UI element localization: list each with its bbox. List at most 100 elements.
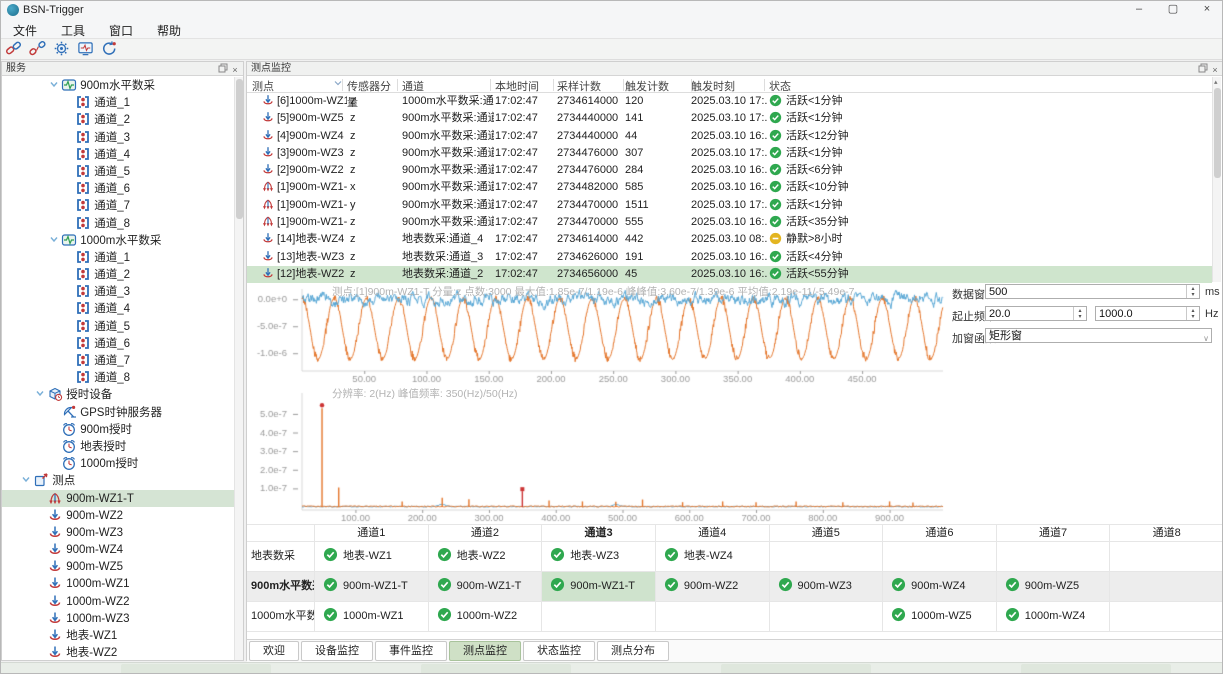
expander-icon[interactable] bbox=[47, 78, 61, 95]
sidebar-item-通道_6[interactable]: 通道_6 bbox=[2, 180, 234, 197]
channel-cell[interactable] bbox=[1110, 602, 1223, 632]
sidebar-item-通道_7[interactable]: 通道_7 bbox=[2, 352, 234, 369]
channel-cell[interactable] bbox=[542, 602, 656, 632]
table-row[interactable]: [1]900m-WZ1-Ty900m水平数采:通道_217:02:4727344… bbox=[247, 197, 1212, 214]
channel-cell[interactable]: 1000m-WZ2 bbox=[429, 602, 543, 632]
maximize-button[interactable]: ▢ bbox=[1156, 1, 1190, 19]
table-row[interactable]: [2]900m-WZ2z900m水平数采:通道_417:02:472734476… bbox=[247, 162, 1212, 179]
table-row[interactable]: [12]地表-WZ2z地表数采:通道_217:02:47273465600045… bbox=[247, 266, 1212, 283]
sidebar-item-通道_2[interactable]: 通道_2 bbox=[2, 266, 234, 283]
window-fn-select[interactable]: 矩形窗∨ bbox=[985, 328, 1212, 343]
channel-cell[interactable]: 900m-WZ5 bbox=[997, 572, 1111, 602]
close-icon[interactable]: × bbox=[229, 64, 241, 76]
sidebar-item-900m-WZ3[interactable]: 900m-WZ3 bbox=[2, 524, 234, 541]
table-row[interactable]: [1]900m-WZ1-Tx900m水平数采:通道_117:02:4727344… bbox=[247, 179, 1212, 196]
tab-事件监控[interactable]: 事件监控 bbox=[375, 641, 447, 661]
column-header-测点[interactable]: 测点 bbox=[252, 78, 340, 94]
table-row[interactable]: [3]900m-WZ3z900m水平数采:通道_517:02:472734476… bbox=[247, 145, 1212, 162]
channel-cell[interactable]: 地表-WZ3 bbox=[542, 542, 656, 572]
channel-cell[interactable]: 900m-WZ1-T bbox=[429, 572, 543, 602]
undock-icon[interactable] bbox=[217, 63, 229, 75]
scroll-up-icon[interactable]: ▴ bbox=[1214, 78, 1218, 86]
sidebar-item-通道_8[interactable]: 通道_8 bbox=[2, 369, 234, 386]
column-header-采样计数[interactable]: 采样计数 bbox=[557, 78, 623, 94]
sidebar-item-地表-WZ1[interactable]: 地表-WZ1 bbox=[2, 627, 234, 644]
tab-设备监控[interactable]: 设备监控 bbox=[301, 641, 373, 661]
sidebar-item-1000m-WZ2[interactable]: 1000m-WZ2 bbox=[2, 593, 234, 610]
freq-from-input[interactable]: 20.0▴▾ bbox=[985, 306, 1087, 321]
sidebar-item-通道_4[interactable]: 通道_4 bbox=[2, 300, 234, 317]
tab-测点监控[interactable]: 测点监控 bbox=[449, 641, 521, 661]
sidebar-item-通道_4[interactable]: 通道_4 bbox=[2, 146, 234, 163]
table-row[interactable]: [13]地表-WZ3z地表数采:通道_317:02:47273462600019… bbox=[247, 249, 1212, 266]
refresh-button[interactable] bbox=[97, 39, 121, 59]
expander-icon[interactable] bbox=[33, 387, 47, 404]
table-scrollbar[interactable]: ▴ bbox=[1212, 77, 1221, 282]
sidebar-item-900m-WZ4[interactable]: 900m-WZ4 bbox=[2, 541, 234, 558]
close-icon[interactable]: × bbox=[1209, 64, 1221, 76]
connect-button[interactable] bbox=[1, 39, 25, 59]
sidebar-item-地表授时[interactable]: 地表授时 bbox=[2, 438, 234, 455]
channel-cell[interactable] bbox=[770, 602, 884, 632]
channel-cell[interactable] bbox=[997, 542, 1111, 572]
spinner-icon[interactable]: ▴▾ bbox=[1073, 307, 1086, 320]
column-header-触发时刻[interactable]: 触发时刻 bbox=[691, 78, 767, 94]
sidebar-item-通道_3[interactable]: 通道_3 bbox=[2, 283, 234, 300]
tab-状态监控[interactable]: 状态监控 bbox=[523, 641, 595, 661]
sidebar-item-通道_2[interactable]: 通道_2 bbox=[2, 111, 234, 128]
channel-cell[interactable]: 地表-WZ4 bbox=[656, 542, 770, 572]
tab-测点分布[interactable]: 测点分布 bbox=[597, 641, 669, 661]
column-header-状态[interactable]: 状态 bbox=[769, 78, 1207, 94]
close-button[interactable]: × bbox=[1190, 1, 1223, 19]
sidebar-item-地表-WZ2[interactable]: 地表-WZ2 bbox=[2, 644, 234, 660]
freq-to-input[interactable]: 1000.0▴▾ bbox=[1095, 306, 1200, 321]
channel-cell[interactable] bbox=[883, 542, 997, 572]
sidebar-item-900m授时[interactable]: 900m授时 bbox=[2, 421, 234, 438]
expander-icon[interactable] bbox=[19, 473, 33, 490]
window-length-input[interactable]: 500▴▾ bbox=[985, 284, 1200, 299]
table-row[interactable]: [4]900m-WZ4z900m水平数采:通道_617:02:472734440… bbox=[247, 128, 1212, 145]
table-row[interactable]: [5]900m-WZ5z900m水平数采:通道_717:02:472734440… bbox=[247, 110, 1212, 127]
minimize-button[interactable]: – bbox=[1122, 1, 1156, 19]
sidebar-item-900m水平数采[interactable]: 900m水平数采 bbox=[2, 77, 234, 94]
sidebar-item-授时设备[interactable]: 授时设备 bbox=[2, 386, 234, 403]
sidebar-item-1000m-WZ3[interactable]: 1000m-WZ3 bbox=[2, 610, 234, 627]
sidebar-item-900m-WZ1-T[interactable]: 900m-WZ1-T bbox=[2, 490, 234, 507]
sidebar-item-1000m水平数采[interactable]: 1000m水平数采 bbox=[2, 232, 234, 249]
sidebar-item-1000m授时[interactable]: 1000m授时 bbox=[2, 455, 234, 472]
channel-cell[interactable]: 900m-WZ1-T bbox=[315, 572, 429, 602]
sidebar-item-900m-WZ5[interactable]: 900m-WZ5 bbox=[2, 558, 234, 575]
spinner-icon[interactable]: ▴▾ bbox=[1186, 285, 1199, 298]
channel-cell[interactable]: 1000m-WZ5 bbox=[883, 602, 997, 632]
sidebar-item-通道_5[interactable]: 通道_5 bbox=[2, 163, 234, 180]
channel-cell[interactable] bbox=[1110, 542, 1223, 572]
channel-cell[interactable]: 900m-WZ4 bbox=[883, 572, 997, 602]
sidebar-item-900m-WZ2[interactable]: 900m-WZ2 bbox=[2, 507, 234, 524]
channel-cell[interactable]: 1000m-WZ1 bbox=[315, 602, 429, 632]
channel-cell[interactable]: 地表-WZ1 bbox=[315, 542, 429, 572]
sidebar-item-通道_5[interactable]: 通道_5 bbox=[2, 318, 234, 335]
spinner-icon[interactable]: ▴▾ bbox=[1186, 307, 1199, 320]
expander-icon[interactable] bbox=[47, 233, 61, 250]
sidebar-item-通道_3[interactable]: 通道_3 bbox=[2, 129, 234, 146]
channel-cell[interactable]: 900m-WZ3 bbox=[770, 572, 884, 602]
channel-cell[interactable] bbox=[770, 542, 884, 572]
tab-欢迎[interactable]: 欢迎 bbox=[249, 641, 299, 661]
table-row[interactable]: [1]900m-WZ1-Tz900m水平数采:通道_317:02:4727344… bbox=[247, 214, 1212, 231]
column-header-触发计数[interactable]: 触发计数 bbox=[625, 78, 689, 94]
sidebar-item-通道_8[interactable]: 通道_8 bbox=[2, 215, 234, 232]
sidebar-item-1000m-WZ1[interactable]: 1000m-WZ1 bbox=[2, 575, 234, 592]
channel-cell[interactable]: 地表-WZ2 bbox=[429, 542, 543, 572]
channel-cell[interactable]: 900m-WZ1-T bbox=[542, 572, 656, 602]
sidebar-item-测点[interactable]: 测点 bbox=[2, 472, 234, 489]
channel-cell[interactable] bbox=[656, 602, 770, 632]
sidebar-item-通道_1[interactable]: 通道_1 bbox=[2, 249, 234, 266]
sidebar-item-通道_7[interactable]: 通道_7 bbox=[2, 197, 234, 214]
channel-cell[interactable]: 1000m-WZ4 bbox=[997, 602, 1111, 632]
sidebar-item-GPS时钟服务器[interactable]: GPS时钟服务器 bbox=[2, 404, 234, 421]
undock-icon[interactable] bbox=[1197, 63, 1209, 75]
table-row[interactable]: [14]地表-WZ4z地表数采:通道_417:02:47273461400044… bbox=[247, 231, 1212, 248]
sidebar-item-通道_6[interactable]: 通道_6 bbox=[2, 335, 234, 352]
monitor-button[interactable] bbox=[73, 39, 97, 59]
tree-scrollbar[interactable] bbox=[234, 77, 243, 660]
